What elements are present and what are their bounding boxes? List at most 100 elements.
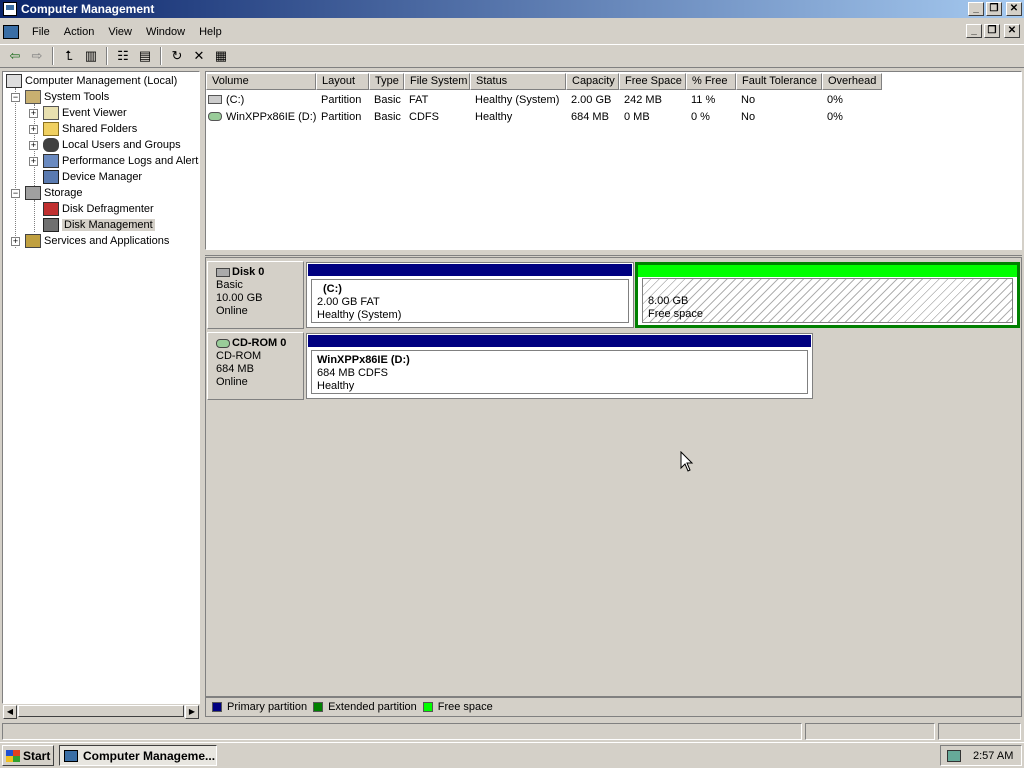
console-tree[interactable]: Computer Management (Local) − System Too… (2, 71, 200, 704)
disk0-label[interactable]: Disk 0 Basic 10.00 GB Online (207, 261, 304, 329)
column-header[interactable]: File System (404, 73, 470, 90)
shared-folders-icon (43, 122, 59, 136)
tree-item-local-users[interactable]: + Local Users and Groups (29, 137, 181, 153)
fs-cell: CDFS (409, 110, 439, 123)
tree-item-perf-logs[interactable]: + Performance Logs and Alerts (29, 153, 200, 169)
restore-button[interactable]: ❐ (986, 2, 1002, 16)
start-label: Start (23, 748, 51, 763)
tree-item-storage[interactable]: − Storage (11, 185, 83, 201)
export-icon[interactable]: ▦ (210, 46, 232, 66)
window-title: Computer Management (21, 2, 155, 16)
cdrom0-label[interactable]: CD-ROM 0 CD-ROM 684 MB Online (207, 332, 304, 400)
disk-type: Basic (216, 279, 243, 291)
delete-icon[interactable]: ✕ (188, 46, 210, 66)
storage-icon (25, 186, 41, 200)
child-minimize-button[interactable]: _ (966, 24, 982, 38)
menu-help[interactable]: Help (192, 26, 229, 38)
child-close-button[interactable]: ✕ (1004, 24, 1020, 38)
tree-item-disk-management[interactable]: Disk Management (43, 217, 155, 233)
taskbar-button-computer-management[interactable]: Computer Manageme... (59, 745, 217, 766)
menu-file[interactable]: File (25, 26, 57, 38)
tree-label: Storage (44, 187, 83, 199)
overhead-cell: 0% (827, 93, 843, 106)
pct-free-cell: 11 % (691, 93, 716, 106)
tree-label: Disk Management (62, 219, 155, 231)
clock[interactable]: 2:57 AM (973, 750, 1013, 762)
tree-item-root[interactable]: Computer Management (Local) (6, 73, 177, 89)
mouse-cursor-icon (680, 451, 694, 472)
users-icon (43, 138, 59, 152)
tree-horizontal-scrollbar[interactable]: ◀ ▶ (2, 704, 200, 719)
type-cell: Basic (374, 93, 401, 106)
column-header[interactable]: Fault Tolerance (736, 73, 822, 90)
tree-line (15, 88, 16, 248)
column-header[interactable]: Type (369, 73, 404, 90)
forward-icon[interactable]: ⇨ (26, 46, 48, 66)
properties-icon[interactable]: ☷ (112, 46, 134, 66)
column-header[interactable]: Capacity (566, 73, 619, 90)
expand-icon[interactable]: + (29, 140, 38, 150)
tools-icon (25, 90, 41, 104)
expand-icon[interactable]: + (29, 108, 38, 118)
expand-icon[interactable]: + (29, 156, 38, 166)
expand-icon[interactable]: + (29, 124, 38, 134)
computer-management-icon (64, 749, 78, 762)
disk-name: Disk 0 (232, 266, 265, 278)
disk-icon (216, 267, 230, 277)
volume-d[interactable]: WinXPPx86IE (D:) 684 MB CDFS Healthy (306, 333, 813, 399)
tree-item-device-manager[interactable]: Device Manager (43, 169, 142, 185)
free-space-details: 8.00 GB Free space (642, 278, 1013, 323)
help-icon[interactable]: ▤ (134, 46, 156, 66)
scroll-thumb[interactable] (18, 705, 184, 717)
column-header[interactable]: Volume (206, 73, 316, 90)
pane-splitter[interactable] (205, 250, 1022, 256)
volume-list[interactable]: Volume Layout Type File System Status Ca… (205, 71, 1022, 250)
network-icon[interactable] (947, 749, 961, 762)
expand-icon[interactable]: + (11, 236, 20, 246)
scroll-left-icon[interactable]: ◀ (3, 705, 17, 719)
tree-label: Performance Logs and Alerts (62, 155, 200, 167)
tree-item-shared-folders[interactable]: + Shared Folders (29, 121, 137, 137)
minimize-button[interactable]: _ (968, 2, 984, 16)
volume-size-fs: 2.00 GB FAT (317, 296, 380, 308)
column-header[interactable]: Overhead (822, 73, 882, 90)
status-cell: Healthy (System) (475, 93, 560, 106)
computer-management-icon (3, 2, 17, 16)
status-panel (938, 723, 1021, 740)
column-header[interactable]: Status (470, 73, 566, 90)
volume-status: Healthy (317, 380, 355, 392)
free-cell: 242 MB (624, 93, 662, 106)
table-row[interactable]: (C:) Partition Basic FAT Healthy (System… (206, 91, 882, 108)
free-space-region[interactable]: 8.00 GB Free space (635, 262, 1020, 328)
up-folder-icon[interactable]: ⮤ (58, 46, 80, 66)
menu-window[interactable]: Window (139, 26, 192, 38)
tree-item-event-viewer[interactable]: + Event Viewer (29, 105, 127, 121)
menu-view[interactable]: View (101, 26, 139, 38)
mdi-child-icon[interactable] (3, 25, 19, 39)
menu-action[interactable]: Action (57, 26, 102, 38)
tree-item-services[interactable]: + Services and Applications (11, 233, 169, 249)
child-restore-button[interactable]: ❐ (984, 24, 1000, 38)
scroll-right-icon[interactable]: ▶ (185, 705, 199, 719)
toolbar: ⇦ ⇨ ⮤ ▥ ☷ ▤ ↻ ✕ ▦ (0, 44, 1024, 68)
volume-name: WinXPPx86IE (D:) (226, 110, 316, 123)
column-header[interactable]: Free Space (619, 73, 686, 90)
windows-logo-icon (6, 749, 20, 762)
show-hide-tree-icon[interactable]: ▥ (80, 46, 102, 66)
defragmenter-icon (43, 202, 59, 216)
free-label: Free space (648, 308, 704, 320)
close-button[interactable]: ✕ (1006, 2, 1022, 16)
volume-c[interactable]: (C:) 2.00 GB FAT Healthy (System) (306, 262, 634, 328)
collapse-icon[interactable]: − (11, 188, 20, 198)
column-header[interactable]: Layout (316, 73, 369, 90)
disk-graphical-view[interactable]: Disk 0 Basic 10.00 GB Online (C:) 2.00 G… (205, 257, 1022, 697)
tree-item-disk-defragmenter[interactable]: Disk Defragmenter (43, 201, 154, 217)
tree-label: Disk Defragmenter (62, 203, 154, 215)
tree-item-system-tools[interactable]: − System Tools (11, 89, 109, 105)
table-row[interactable]: WinXPPx86IE (D:) Partition Basic CDFS He… (206, 108, 882, 125)
back-icon[interactable]: ⇦ (4, 46, 26, 66)
collapse-icon[interactable]: − (11, 92, 20, 102)
column-header[interactable]: % Free (686, 73, 736, 90)
refresh-icon[interactable]: ↻ (166, 46, 188, 66)
start-button[interactable]: Start (2, 745, 54, 766)
